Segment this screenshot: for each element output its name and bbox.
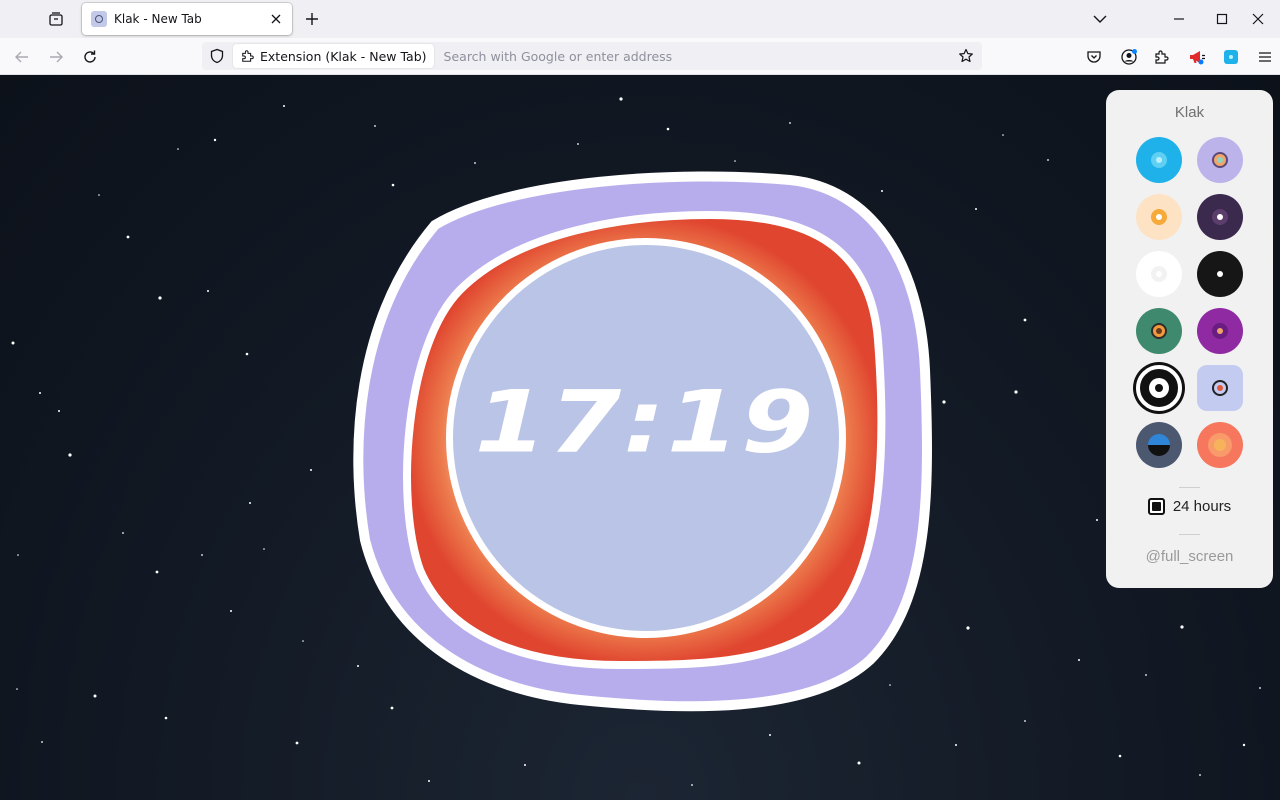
- identity-label: Extension (Klak - New Tab): [260, 48, 427, 64]
- full-screen-link[interactable]: @full_screen: [1106, 548, 1273, 565]
- reload-icon: [84, 50, 96, 63]
- theme-swatch[interactable]: [1197, 365, 1243, 411]
- megaphone-icon: [1190, 51, 1205, 65]
- address-bar[interactable]: Extension (Klak - New Tab) Search with G…: [202, 42, 982, 70]
- theme-swatch[interactable]: [1136, 308, 1182, 354]
- url-input[interactable]: Search with Google or enter address: [444, 49, 952, 64]
- new-tab-page: 17:19 Klak 24 hours @full_screen: [0, 75, 1280, 800]
- theme-swatch[interactable]: [1197, 422, 1243, 468]
- swatch-dot: [1156, 214, 1162, 220]
- swatch-ring: [1148, 434, 1170, 456]
- back-button[interactable]: [8, 43, 36, 71]
- hamburger-menu-icon: [1259, 52, 1271, 62]
- app-menu-button[interactable]: [1251, 43, 1279, 71]
- close-icon: [271, 14, 281, 24]
- theme-swatch[interactable]: [1197, 308, 1243, 354]
- bookmark-button[interactable]: [952, 42, 980, 70]
- klak-settings-panel: Klak 24 hours @full_screen: [1106, 90, 1273, 588]
- navigation-toolbar: Extension (Klak - New Tab) Search with G…: [0, 38, 1280, 75]
- close-icon: [1252, 13, 1264, 25]
- swatch-dot: [1155, 384, 1163, 392]
- puzzle-icon: [242, 50, 254, 62]
- megaphone-extension-button[interactable]: [1183, 43, 1211, 71]
- close-window-button[interactable]: [1236, 4, 1280, 34]
- theme-swatch[interactable]: [1136, 251, 1182, 297]
- firefox-view-button[interactable]: [44, 8, 68, 30]
- hours-24-toggle[interactable]: 24 hours: [1106, 498, 1273, 515]
- puzzle-icon: [1155, 50, 1169, 64]
- swatch-dot: [1217, 328, 1223, 334]
- account-icon: [1121, 49, 1137, 65]
- forward-button[interactable]: [42, 43, 70, 71]
- tab-close-button[interactable]: [266, 9, 286, 29]
- clock-time: 17:19: [474, 371, 816, 473]
- new-tab-button[interactable]: [300, 7, 324, 31]
- arrow-left-icon: [15, 51, 28, 63]
- maximize-icon: [1216, 13, 1228, 25]
- shield-icon: [210, 48, 224, 64]
- panel-title: Klak: [1174, 104, 1205, 121]
- klak-icon: [1224, 50, 1238, 64]
- theme-swatch[interactable]: [1136, 137, 1182, 183]
- arrow-right-icon: [50, 51, 63, 63]
- theme-swatch[interactable]: [1197, 137, 1243, 183]
- minimize-button[interactable]: [1157, 4, 1201, 34]
- swatch-dot: [1156, 271, 1162, 277]
- tab-title: Klak - New Tab: [114, 12, 202, 26]
- swatch-dot: [1217, 271, 1223, 277]
- theme-swatch[interactable]: [1136, 365, 1182, 411]
- klak-extension-button[interactable]: [1217, 43, 1245, 71]
- identity-box[interactable]: Extension (Klak - New Tab): [233, 44, 434, 68]
- theme-swatch[interactable]: [1197, 194, 1243, 240]
- swatch-dot: [1217, 385, 1223, 391]
- klak-favicon-icon: [91, 11, 107, 27]
- divider: [1179, 534, 1200, 535]
- swatch-dot: [1214, 439, 1226, 451]
- list-all-tabs-button[interactable]: [1078, 4, 1122, 34]
- star-icon: [959, 48, 973, 63]
- tab-klak-new-tab[interactable]: Klak - New Tab: [82, 3, 292, 35]
- klak-clock: 17:19: [350, 170, 940, 715]
- swatch-dot: [1156, 328, 1162, 334]
- tracking-protection-button[interactable]: [203, 42, 231, 70]
- reload-button[interactable]: [76, 43, 104, 71]
- pocket-button[interactable]: [1080, 43, 1108, 71]
- hours-24-label: 24 hours: [1172, 498, 1232, 515]
- account-button[interactable]: [1115, 43, 1143, 71]
- minimize-icon: [1174, 18, 1184, 20]
- pocket-icon: [1087, 51, 1101, 63]
- swatch-dot: [1217, 157, 1223, 163]
- firefox-view-icon: [49, 12, 63, 26]
- extensions-button[interactable]: [1148, 43, 1176, 71]
- swatch-dot: [1217, 214, 1223, 220]
- theme-swatch[interactable]: [1136, 194, 1182, 240]
- swatch-dot: [1156, 157, 1162, 163]
- tab-strip: Klak - New Tab: [0, 0, 1280, 38]
- divider: [1179, 487, 1200, 488]
- theme-swatch[interactable]: [1197, 251, 1243, 297]
- plus-icon: [306, 13, 318, 25]
- chevron-down-icon: [1093, 15, 1107, 23]
- hours-24-checkbox[interactable]: [1147, 498, 1165, 515]
- theme-swatch[interactable]: [1136, 422, 1182, 468]
